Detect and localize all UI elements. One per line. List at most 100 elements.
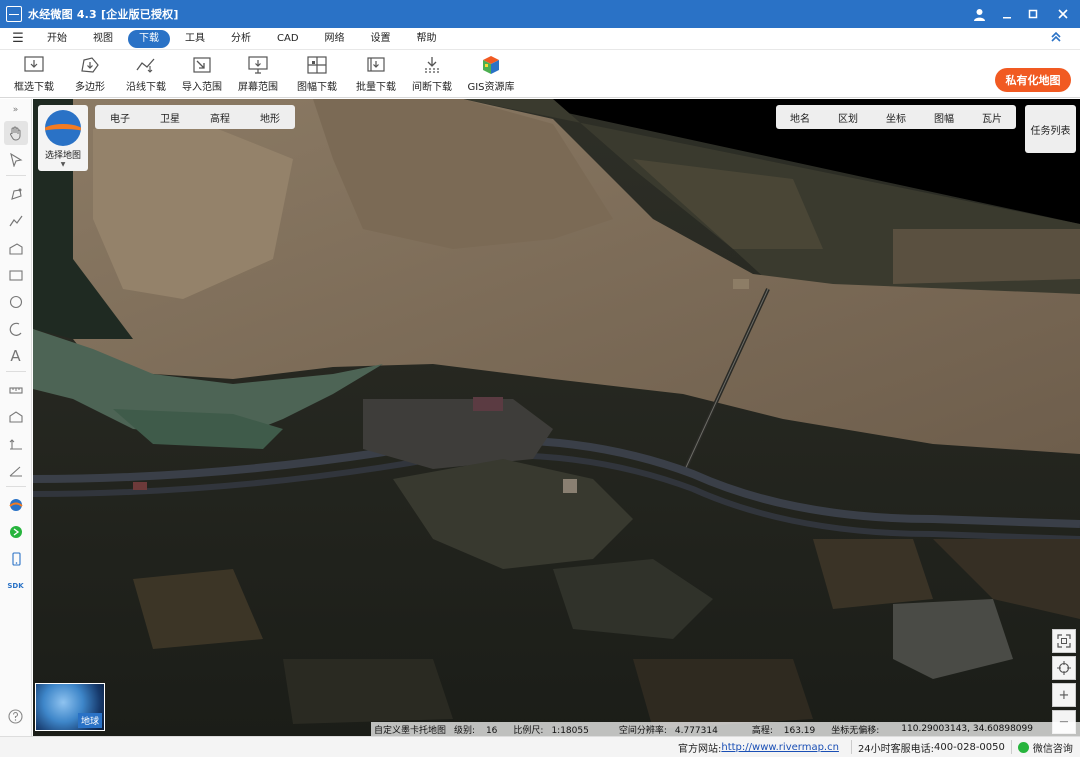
layer-toggles: 地名 区划 坐标 图幅 瓦片: [776, 105, 1016, 129]
menu-view[interactable]: 视图: [82, 30, 124, 48]
polygon-icon: [79, 55, 101, 75]
sidebar-divider: [5, 486, 26, 487]
box-download-icon: [23, 55, 45, 75]
cursor-coords: 110.29003143, 34.60898099: [901, 724, 1033, 734]
zoom-level-value: 16: [485, 725, 498, 736]
wechat-icon: [1017, 741, 1029, 753]
map-type-satellite[interactable]: 卫星: [145, 110, 195, 125]
user-icon[interactable]: [964, 0, 994, 28]
sidebar-divider: [5, 175, 26, 176]
globe-label: 地球: [77, 713, 102, 728]
hamburger-menu-icon[interactable]: ☰: [0, 31, 36, 46]
draw-arc-icon[interactable]: [4, 317, 28, 341]
sheet-download-button[interactable]: 图幅下载: [291, 50, 343, 93]
map-controls: + −: [1052, 629, 1076, 736]
select-arrow-icon[interactable]: [4, 148, 28, 172]
app-status-bar: 官方网站: http://www.rivermap.cn 24小时客服电话: 4…: [0, 736, 1080, 757]
batch-download-button[interactable]: 批量下载: [353, 50, 399, 93]
layer-sheets[interactable]: 图幅: [920, 110, 968, 125]
draw-circle-icon[interactable]: [4, 290, 28, 314]
close-button[interactable]: [1046, 0, 1080, 28]
collapse-ribbon-icon[interactable]: [1050, 31, 1062, 46]
menu-bar: ☰ 开始 视图 下载 工具 分析 CAD 网络 设置 帮助: [0, 28, 1080, 50]
help-icon[interactable]: [4, 704, 28, 728]
screen-range-icon: [247, 55, 269, 75]
measure-angle-icon[interactable]: [4, 459, 28, 483]
add-text-icon[interactable]: A: [4, 344, 28, 368]
line-download-button[interactable]: 沿线下载: [123, 50, 169, 93]
menu-tools[interactable]: 工具: [174, 30, 216, 48]
window-title: 水经微图 4.3 [企业版已授权]: [28, 8, 179, 21]
layer-place-names[interactable]: 地名: [776, 110, 824, 125]
chevron-down-icon: ▼: [60, 161, 66, 168]
menu-help[interactable]: 帮助: [406, 30, 448, 48]
left-toolbar: » A SDK: [0, 99, 32, 736]
menu-cad[interactable]: CAD: [266, 30, 310, 48]
layer-tiles[interactable]: 瓦片: [968, 110, 1016, 125]
polygon-button[interactable]: 多边形: [67, 50, 113, 93]
resume-download-button[interactable]: 间断下载: [409, 50, 455, 93]
map-source-logo-icon: [45, 110, 81, 146]
app-logo-icon: [6, 6, 22, 22]
gis-library-icon: [480, 55, 502, 75]
overview-globe[interactable]: 地球: [35, 683, 105, 731]
wechat-consult-link[interactable]: 微信咨询: [1033, 740, 1073, 755]
menu-start[interactable]: 开始: [36, 30, 78, 48]
website-label: 官方网站:: [678, 743, 722, 755]
sdk-icon[interactable]: SDK: [4, 574, 28, 598]
map-status-bar: 自定义墨卡托地图 级别: 16 比例尺: 1:18055 空间分辨率: 4.7773…: [371, 722, 1080, 736]
pan-hand-icon[interactable]: [3, 121, 28, 145]
map-canvas[interactable]: 选择地图 ▼ 电子 卫星 高程 地形 地名 区划 坐标 图幅 瓦片 任务列表 +…: [33, 99, 1080, 736]
screen-range-button[interactable]: 屏幕范围: [235, 50, 281, 93]
status-divider: [850, 740, 852, 754]
menu-network[interactable]: 网络: [314, 30, 356, 48]
layer-coordinates[interactable]: 坐标: [872, 110, 920, 125]
expand-sidebar-icon[interactable]: »: [4, 102, 28, 118]
menu-analysis[interactable]: 分析: [220, 30, 262, 48]
map-type-switcher: 电子 卫星 高程 地形: [95, 105, 295, 129]
measure-distance-icon[interactable]: [4, 378, 28, 402]
gis-library-button[interactable]: GIS资源库: [465, 50, 517, 93]
map-source-logo-icon[interactable]: [4, 493, 28, 517]
map-type-elevation[interactable]: 高程: [195, 110, 245, 125]
locate-icon[interactable]: [1052, 656, 1076, 680]
layer-divisions[interactable]: 区划: [824, 110, 872, 125]
draw-line-icon[interactable]: [4, 209, 28, 233]
import-range-button[interactable]: 导入范围: [179, 50, 225, 93]
line-download-icon: [135, 55, 157, 75]
map-type-electronic[interactable]: 电子: [95, 110, 145, 125]
website-link[interactable]: http://www.rivermap.cn: [721, 742, 839, 753]
plugin-icon[interactable]: [4, 520, 28, 544]
menu-settings[interactable]: 设置: [360, 30, 402, 48]
offset-label: 坐标无偏移:: [831, 725, 880, 736]
box-download-button[interactable]: 框选下载: [11, 50, 57, 93]
resolution-value: 4.777314: [674, 725, 718, 736]
draw-polygon-icon[interactable]: [4, 236, 28, 260]
task-list-button[interactable]: 任务列表: [1025, 105, 1076, 153]
draw-point-icon[interactable]: [4, 182, 28, 206]
map-type-terrain[interactable]: 地形: [245, 110, 295, 125]
private-map-button[interactable]: 私有化地图: [995, 68, 1071, 92]
full-extent-icon[interactable]: [1052, 629, 1076, 653]
select-map-button[interactable]: 选择地图 ▼: [38, 105, 88, 171]
satellite-imagery: [33, 99, 1080, 736]
phone-label: 24小时客服电话:: [857, 743, 935, 755]
minimize-button[interactable]: [994, 0, 1020, 28]
title-bar: 水经微图 4.3 [企业版已授权]: [0, 0, 1080, 28]
resume-download-icon: [421, 55, 443, 75]
zoom-in-button[interactable]: +: [1052, 683, 1076, 707]
resolution-label: 空间分辨率: 4.777314: [618, 725, 718, 736]
mobile-app-icon[interactable]: [4, 547, 28, 571]
window-controls: [964, 0, 1080, 28]
measure-area-icon[interactable]: [4, 405, 28, 429]
menu-download[interactable]: 下载: [128, 29, 170, 48]
select-map-label: 选择地图: [44, 151, 81, 161]
measure-height-icon[interactable]: [4, 432, 28, 456]
maximize-button[interactable]: [1020, 0, 1046, 28]
draw-rectangle-icon[interactable]: [4, 263, 28, 287]
map-source-name: 自定义墨卡托地图: [374, 725, 447, 736]
scale-label: 比例尺: 1:18055: [513, 725, 589, 736]
batch-download-icon: [365, 55, 387, 75]
sidebar-divider: [5, 371, 26, 372]
phone-number: 400-028-0050: [934, 741, 1005, 753]
